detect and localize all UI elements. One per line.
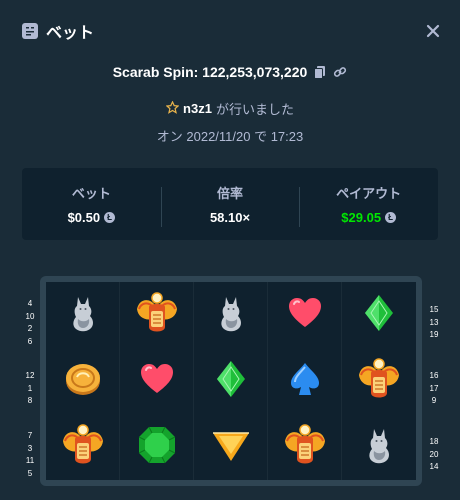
payline-number: 20 (429, 449, 439, 459)
reel-cell (46, 414, 120, 480)
reel-cell (120, 414, 194, 480)
reel-cell (194, 348, 268, 414)
payout-label: ペイアウト (336, 186, 402, 201)
bet-date: オン 2022/11/20 で 17:23 (156, 129, 304, 144)
payline-numbers-left: 4 10 2 6 12 1 8 7 3 11 5 (24, 290, 36, 488)
payline-numbers-right: 15 13 19 16 17 9 18 20 14 (426, 290, 442, 488)
payline-number: 8 (27, 396, 33, 406)
payline-number: 1 (27, 383, 33, 393)
cat-statue-icon (207, 289, 255, 342)
scarab-icon (281, 421, 329, 474)
gold-triangle-icon (207, 421, 255, 474)
payline-number: 12 (25, 371, 35, 381)
reel-cell (46, 282, 120, 348)
payline-number: 14 (429, 462, 439, 472)
litecoin-icon: Ł (385, 212, 397, 223)
payline-number: 13 (429, 317, 439, 327)
cat-statue-icon (59, 289, 107, 342)
payline-number: 9 (431, 396, 437, 406)
payline-number: 19 (429, 330, 439, 340)
scarab-icon (59, 421, 107, 474)
spin-id-text: Scarab Spin: 122,253,073,220 (112, 64, 308, 80)
payline-number: 5 (27, 468, 33, 478)
payline-group: 12 1 8 (24, 356, 36, 422)
reel-cell (194, 282, 268, 348)
bet-value: $0.50 (67, 210, 101, 225)
payline-group: 16 17 9 (426, 356, 442, 422)
litecoin-icon: Ł (104, 212, 116, 223)
reel-cell (268, 282, 342, 348)
payline-number: 3 (27, 443, 33, 453)
green-diamond-icon (207, 355, 255, 408)
multiplier-label: 倍率 (217, 186, 244, 201)
payline-number: 11 (25, 456, 35, 465)
bet-amount-stat: ベット $0.50 Ł (22, 183, 161, 225)
payout-value: $29.05 (341, 210, 382, 225)
payline-number: 17 (429, 383, 439, 393)
close-icon[interactable] (426, 24, 440, 38)
reel-cell (194, 414, 268, 480)
bet-label: ベット (71, 186, 111, 201)
multiplier-value: 58.10× (209, 210, 251, 225)
heart-icon (133, 355, 181, 408)
modal-title: ベット (46, 25, 95, 42)
spade-icon (281, 355, 329, 408)
reel-cell (268, 348, 342, 414)
bet-stats-panel: ベット $0.50 Ł 倍率 58.10× ペイアウト $29.05 Ł (22, 168, 438, 240)
payline-number: 4 (27, 299, 33, 308)
payline-number: 15 (429, 305, 439, 315)
payline-number: 2 (27, 324, 33, 333)
payline-group: 18 20 14 (426, 422, 442, 488)
payout-stat: ペイアウト $29.05 Ł (299, 183, 438, 227)
reel-cell (268, 414, 342, 480)
bet-slip-icon (22, 23, 38, 39)
placed-by-row: n3z1 が行いました (0, 99, 460, 118)
payline-number: 7 (27, 431, 33, 440)
payline-group: 15 13 19 (426, 290, 442, 356)
reel-cell (46, 348, 120, 414)
reel-cell (342, 348, 416, 414)
payline-group: 4 10 2 6 (24, 290, 36, 356)
copy-icon[interactable] (313, 65, 327, 79)
emerald-icon (133, 421, 181, 474)
placed-by-suffix: が行いました (215, 102, 294, 117)
modal-header: ベット (0, 0, 460, 62)
reel-cell (120, 348, 194, 414)
payline-number: 6 (27, 336, 33, 346)
heart-icon (281, 289, 329, 342)
payline-number: 16 (429, 371, 439, 381)
multiplier-stat: 倍率 58.10× (160, 183, 300, 227)
reel-cell (120, 282, 194, 348)
scarab-icon (133, 289, 181, 342)
payline-number: 18 (429, 437, 439, 447)
green-diamond-icon (355, 289, 403, 342)
scarab-icon (355, 355, 403, 408)
star-icon (165, 99, 180, 117)
username-link[interactable]: n3z1 (183, 101, 212, 116)
reel-cell (342, 414, 416, 480)
cat-statue-icon (355, 421, 403, 474)
link-icon[interactable] (333, 65, 347, 79)
payline-number: 10 (25, 311, 35, 321)
reel-cell (342, 282, 416, 348)
spin-id-row: Scarab Spin: 122,253,073,220 (0, 64, 460, 80)
payline-group: 7 3 11 5 (24, 422, 36, 488)
slot-board (40, 276, 422, 486)
gold-coin-icon (59, 355, 107, 408)
reel-grid (46, 282, 416, 480)
